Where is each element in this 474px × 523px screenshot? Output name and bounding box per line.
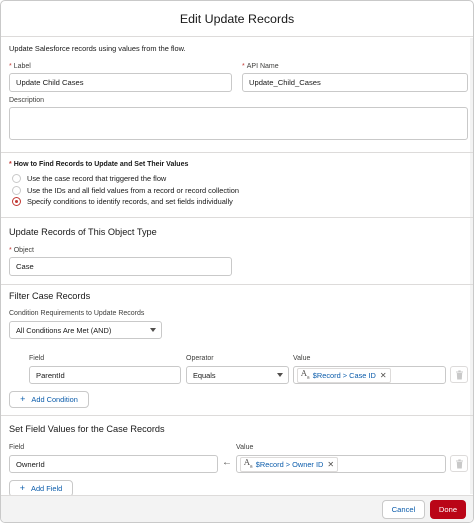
required-marker: *: [242, 63, 245, 70]
arrow-left-icon: ←: [222, 457, 232, 468]
delete-field-button[interactable]: [450, 455, 468, 472]
radio-option-label: Use the case record that triggered the f…: [27, 174, 167, 183]
cancel-button[interactable]: Cancel: [382, 500, 425, 519]
plus-icon: +: [19, 483, 26, 493]
resource-pill-label: $Record > Case ID: [312, 370, 376, 380]
object-input[interactable]: Case: [9, 257, 232, 276]
set-fields-column-field: Field: [9, 444, 25, 451]
api-name-field-label: * API Name: [242, 63, 279, 70]
plus-icon: +: [20, 394, 26, 404]
chevron-down-icon: [150, 328, 156, 332]
text-type-icon: Aa: [244, 458, 253, 470]
radio-option-ids-and-values[interactable]: Use the IDs and all field values from a …: [12, 186, 239, 195]
resource-pill[interactable]: Aa $Record > Case ID ✕: [297, 367, 391, 383]
chevron-down-icon: [277, 373, 283, 377]
required-marker: *: [9, 161, 12, 168]
section-divider: [1, 415, 473, 416]
filter-column-field: Field: [29, 355, 45, 362]
label-input[interactable]: Update Child Cases: [9, 73, 232, 92]
condition-requirements-label: Condition Requirements to Update Records: [9, 310, 145, 317]
scrollbar-track[interactable]: [470, 38, 473, 494]
done-button[interactable]: Done: [430, 500, 466, 519]
condition-requirements-value: All Conditions Are Met (AND): [16, 325, 112, 335]
filter-field-input[interactable]: ParentId: [29, 366, 181, 384]
radio-option-specify-conditions[interactable]: Specify conditions to identify records, …: [12, 197, 233, 206]
filter-operator-select[interactable]: Equals: [186, 366, 289, 384]
radio-option-label: Use the IDs and all field values from a …: [27, 186, 239, 195]
filter-column-value: Value: [293, 355, 311, 362]
filter-value-input[interactable]: Aa $Record > Case ID ✕: [293, 366, 446, 384]
description-field-label: Description: [9, 97, 45, 104]
resource-pill[interactable]: Aa $Record > Owner ID ✕: [240, 456, 339, 472]
required-marker: *: [9, 247, 12, 254]
set-value-input[interactable]: Aa $Record > Owner ID ✕: [236, 455, 446, 473]
resource-pill-label: $Record > Owner ID: [255, 459, 324, 469]
object-field-label: * Object: [9, 247, 34, 254]
set-fields-section-title: Set Field Values for the Case Records: [9, 424, 165, 434]
filter-operator-value: Equals: [193, 370, 216, 380]
filter-section-title: Filter Case Records: [9, 291, 91, 301]
set-fields-column-value: Value: [236, 444, 254, 451]
api-name-input[interactable]: Update_Child_Cases: [242, 73, 468, 92]
edit-update-records-modal: Edit Update Records Update Salesforce re…: [0, 0, 474, 523]
section-divider: [1, 284, 473, 285]
text-type-icon: Aa: [301, 369, 310, 381]
trash-icon: [455, 369, 463, 379]
how-to-find-label: * How to Find Records to Update and Set T…: [9, 161, 189, 168]
filter-column-operator: Operator: [186, 355, 214, 362]
required-marker: *: [9, 63, 12, 70]
set-field-input[interactable]: OwnerId: [9, 455, 218, 473]
close-icon[interactable]: ✕: [380, 371, 387, 380]
element-description-text: Update Salesforce records using values f…: [9, 44, 186, 53]
label-field-label: * Label: [9, 63, 31, 70]
close-icon[interactable]: ✕: [327, 460, 334, 469]
radio-option-label: Specify conditions to identify records, …: [27, 197, 233, 206]
add-condition-label: Add Condition: [31, 395, 78, 404]
add-field-label: Add Field: [31, 484, 63, 493]
radio-button-selected[interactable]: [12, 197, 21, 206]
object-section-title: Update Records of This Object Type: [9, 227, 157, 237]
radio-button[interactable]: [12, 174, 21, 183]
section-divider: [1, 217, 473, 218]
description-textarea[interactable]: [9, 107, 468, 140]
add-condition-button[interactable]: + Add Condition: [9, 391, 89, 408]
modal-title: Edit Update Records: [179, 12, 295, 26]
trash-icon: [455, 458, 463, 468]
section-divider: [1, 152, 473, 153]
delete-condition-button[interactable]: [450, 366, 468, 383]
radio-button[interactable]: [12, 186, 21, 195]
radio-option-triggering-record[interactable]: Use the case record that triggered the f…: [12, 174, 166, 183]
condition-requirements-select[interactable]: All Conditions Are Met (AND): [9, 321, 162, 339]
modal-header: Edit Update Records: [1, 1, 473, 37]
